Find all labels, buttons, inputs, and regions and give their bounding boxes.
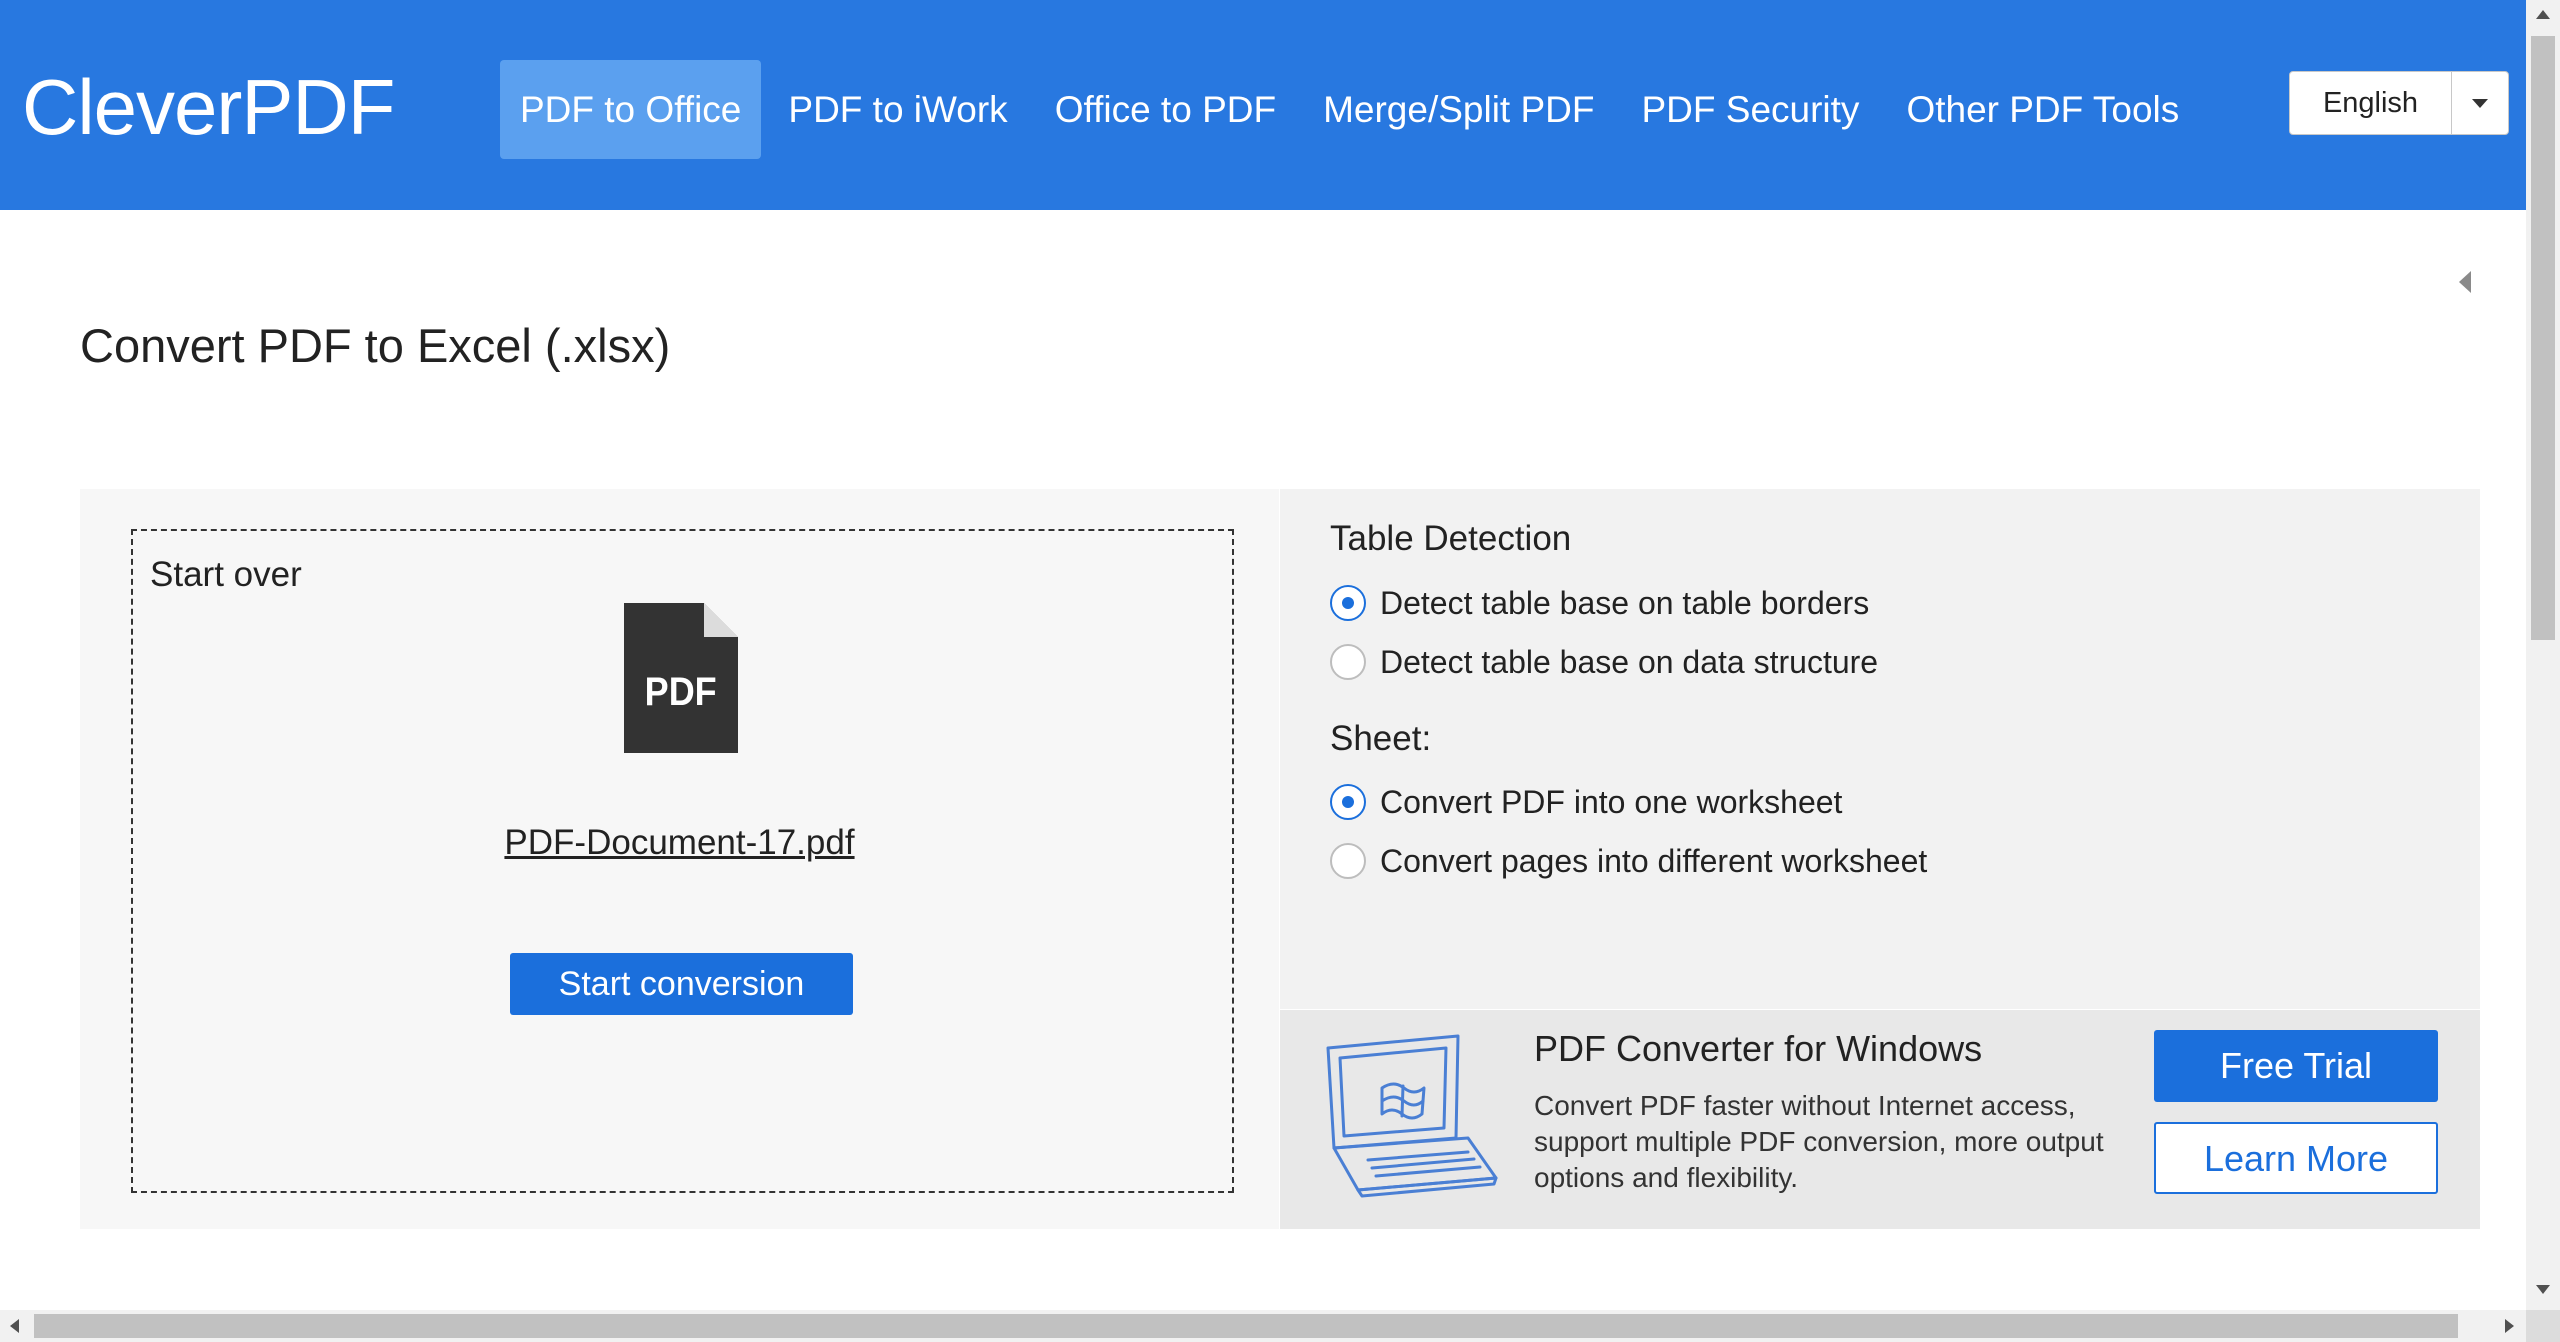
laptop-windows-icon [1326, 1034, 1498, 1198]
horizontal-scroll-thumb[interactable] [34, 1314, 2458, 1338]
radio-button-checked[interactable] [1330, 784, 1366, 820]
uploaded-filename[interactable]: PDF-Document-17.pdf [80, 823, 1279, 863]
collapse-left-arrow-icon[interactable] [2459, 271, 2471, 293]
windows-converter-promo: PDF Converter for Windows Convert PDF fa… [1280, 1010, 2480, 1229]
radio-button[interactable] [1330, 843, 1366, 879]
promo-description: Convert PDF faster without Internet acce… [1534, 1090, 2104, 1193]
nav-pdf-security[interactable]: PDF Security [1622, 60, 1880, 159]
nav-merge-split-pdf[interactable]: Merge/Split PDF [1303, 60, 1614, 159]
radio-button[interactable] [1330, 644, 1366, 680]
vertical-scroll-thumb[interactable] [2531, 36, 2555, 640]
scrollbar-corner [2526, 1310, 2560, 1342]
scroll-right-arrow-icon[interactable] [2505, 1319, 2514, 1333]
nav-office-to-pdf[interactable]: Office to PDF [1035, 60, 1296, 159]
language-select[interactable]: English [2289, 71, 2509, 135]
nav-other-pdf-tools[interactable]: Other PDF Tools [1886, 60, 2199, 159]
radio-label: Convert pages into different worksheet [1380, 842, 1928, 879]
radio-button-checked[interactable] [1330, 585, 1366, 621]
radio-option-different-worksheet[interactable]: Convert pages into different worksheet [1330, 840, 1927, 882]
start-over-link[interactable]: Start over [150, 555, 302, 595]
start-conversion-button[interactable]: Start conversion [510, 953, 853, 1015]
main-nav: PDF to Office PDF to iWork Office to PDF… [500, 60, 2206, 159]
radio-option-data-structure[interactable]: Detect table base on data structure [1330, 641, 1878, 683]
radio-label: Detect table base on table borders [1380, 584, 1870, 621]
language-value[interactable]: English [2290, 72, 2452, 134]
language-dropdown-button[interactable] [2452, 72, 2508, 134]
top-header: CleverPDF PDF to Office PDF to iWork Off… [0, 0, 2526, 210]
radio-label: Convert PDF into one worksheet [1380, 783, 1843, 820]
vertical-scrollbar[interactable] [2526, 0, 2560, 1310]
upload-panel: Start over PDF PDF-Document-17.pdf Start… [80, 489, 1279, 1229]
table-detection-title: Table Detection [1330, 519, 1572, 558]
horizontal-scrollbar[interactable] [0, 1310, 2526, 1342]
scroll-left-arrow-icon[interactable] [10, 1319, 19, 1333]
pdf-icon-label: PDF [645, 670, 717, 714]
scroll-down-arrow-icon[interactable] [2536, 1285, 2550, 1294]
page-title: Convert PDF to Excel (.xlsx) [80, 319, 671, 372]
radio-option-one-worksheet[interactable]: Convert PDF into one worksheet [1330, 781, 1842, 823]
scroll-up-arrow-icon[interactable] [2536, 10, 2550, 19]
cleverpdf-logo[interactable]: CleverPDF [22, 62, 395, 153]
pdf-file-icon: PDF [624, 603, 738, 753]
free-trial-button[interactable]: Free Trial [2154, 1030, 2438, 1102]
options-panel: Table Detection Detect table base on tab… [1280, 489, 2480, 1009]
nav-pdf-to-iwork[interactable]: PDF to iWork [768, 60, 1027, 159]
promo-title: PDF Converter for Windows [1534, 1028, 1983, 1069]
learn-more-button[interactable]: Learn More [2154, 1122, 2438, 1194]
radio-label: Detect table base on data structure [1380, 643, 1879, 680]
nav-pdf-to-office[interactable]: PDF to Office [500, 60, 762, 159]
sheet-title: Sheet: [1330, 719, 1432, 758]
caret-down-icon [2472, 98, 2488, 108]
radio-option-table-borders[interactable]: Detect table base on table borders [1330, 582, 1869, 624]
